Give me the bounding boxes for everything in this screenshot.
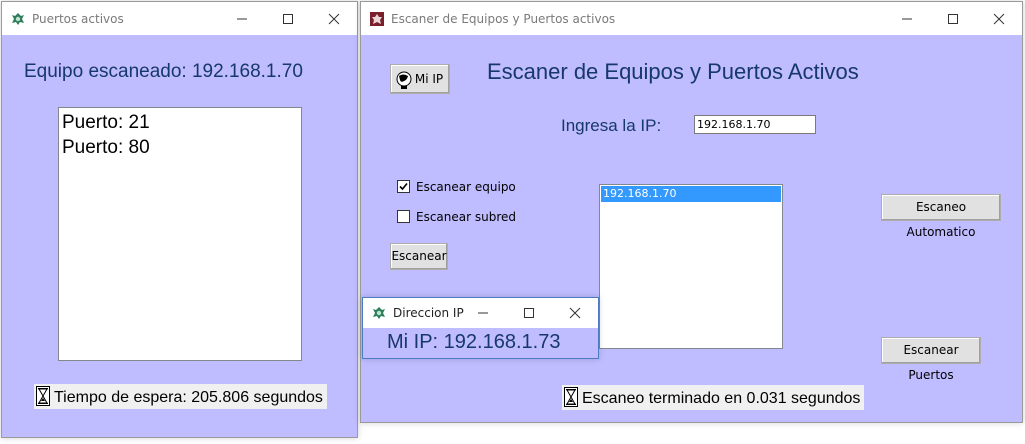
ports-window-titlebar[interactable]: Puertos activos — [2, 2, 357, 35]
close-icon — [993, 13, 1005, 25]
app-logo-icon — [10, 11, 26, 27]
my-ip-button-label: Mi IP — [414, 72, 444, 86]
list-item[interactable]: Puerto: 21 — [62, 110, 298, 135]
ports-window: Puertos activos Equipo escaneado: 192.16… — [1, 1, 358, 438]
close-icon — [328, 13, 340, 25]
close-button[interactable] — [311, 2, 357, 35]
scanner-window-title: Escaner de Equipos y Puertos activos — [391, 12, 616, 26]
minimize-button[interactable] — [460, 298, 506, 328]
maximize-button[interactable] — [265, 2, 311, 35]
maximize-icon — [524, 308, 534, 318]
checkmark-icon — [399, 182, 408, 191]
my-ip-label: Mi IP: 192.168.1.73 — [387, 331, 561, 353]
minimize-icon — [902, 18, 912, 20]
close-button[interactable] — [976, 2, 1022, 35]
finish-status: Escaneo terminado en 0.031 segundos — [562, 385, 865, 410]
maximize-button[interactable] — [506, 298, 552, 328]
ip-window-title: Direccion IP — [393, 306, 464, 320]
page-title: Escaner de Equipos y Puertos Activos — [487, 59, 859, 84]
scan-host-label: Escanear equipo — [416, 180, 516, 194]
maximize-button[interactable] — [930, 2, 976, 35]
wait-status: Tiempo de espera: 205.806 segundos — [34, 384, 327, 409]
scan-ports-button[interactable]: Escanear Puertos — [881, 337, 981, 382]
scanned-host-label: Equipo escaneado: 192.168.1.70 — [24, 61, 303, 82]
scan-host-check[interactable] — [397, 180, 410, 193]
ip-input-label: Ingresa la IP: — [561, 116, 662, 135]
app-logo-icon — [371, 305, 387, 321]
scanner-window: Escaner de Equipos y Puertos activos Mi … — [360, 1, 1023, 423]
scan-subnet-label: Escanear subred — [416, 210, 517, 224]
scanner-window-titlebar[interactable]: Escaner de Equipos y Puertos activos — [361, 2, 1022, 35]
globe-icon — [396, 71, 412, 89]
minimize-button[interactable] — [219, 2, 265, 35]
maximize-icon — [283, 14, 293, 24]
my-ip-button[interactable]: Mi IP — [390, 64, 450, 94]
close-button[interactable] — [552, 298, 598, 328]
list-item[interactable]: 192.168.1.70 — [601, 186, 781, 202]
scan-button[interactable]: Escanear — [390, 243, 448, 270]
ip-window-titlebar[interactable]: Direccion IP — [363, 298, 598, 328]
app-logo-icon — [369, 11, 385, 27]
minimize-icon — [237, 18, 247, 20]
list-item[interactable]: Puerto: 80 — [62, 135, 298, 160]
finish-status-text: Escaneo terminado en 0.031 segundos — [582, 390, 861, 407]
ip-input[interactable] — [694, 115, 816, 134]
auto-scan-button[interactable]: Escaneo Automatico — [881, 194, 1001, 239]
minimize-icon — [478, 312, 488, 314]
scan-host-checkbox[interactable]: Escanear equipo — [397, 180, 516, 194]
ip-window: Direccion IP Mi IP: 192.168.1.73 — [362, 297, 599, 359]
wait-status-text: Tiempo de espera: 205.806 segundos — [54, 389, 323, 406]
minimize-button[interactable] — [884, 2, 930, 35]
hourglass-icon — [564, 387, 578, 407]
hourglass-icon — [36, 386, 50, 406]
ports-window-title: Puertos activos — [32, 12, 124, 26]
scan-subnet-checkbox[interactable]: Escanear subred — [397, 210, 516, 224]
close-icon — [569, 307, 581, 319]
ports-list[interactable]: Puerto: 21 Puerto: 80 — [58, 107, 302, 361]
maximize-icon — [948, 14, 958, 24]
results-list[interactable]: 192.168.1.70 — [599, 184, 783, 349]
scan-subnet-check[interactable] — [397, 210, 410, 223]
